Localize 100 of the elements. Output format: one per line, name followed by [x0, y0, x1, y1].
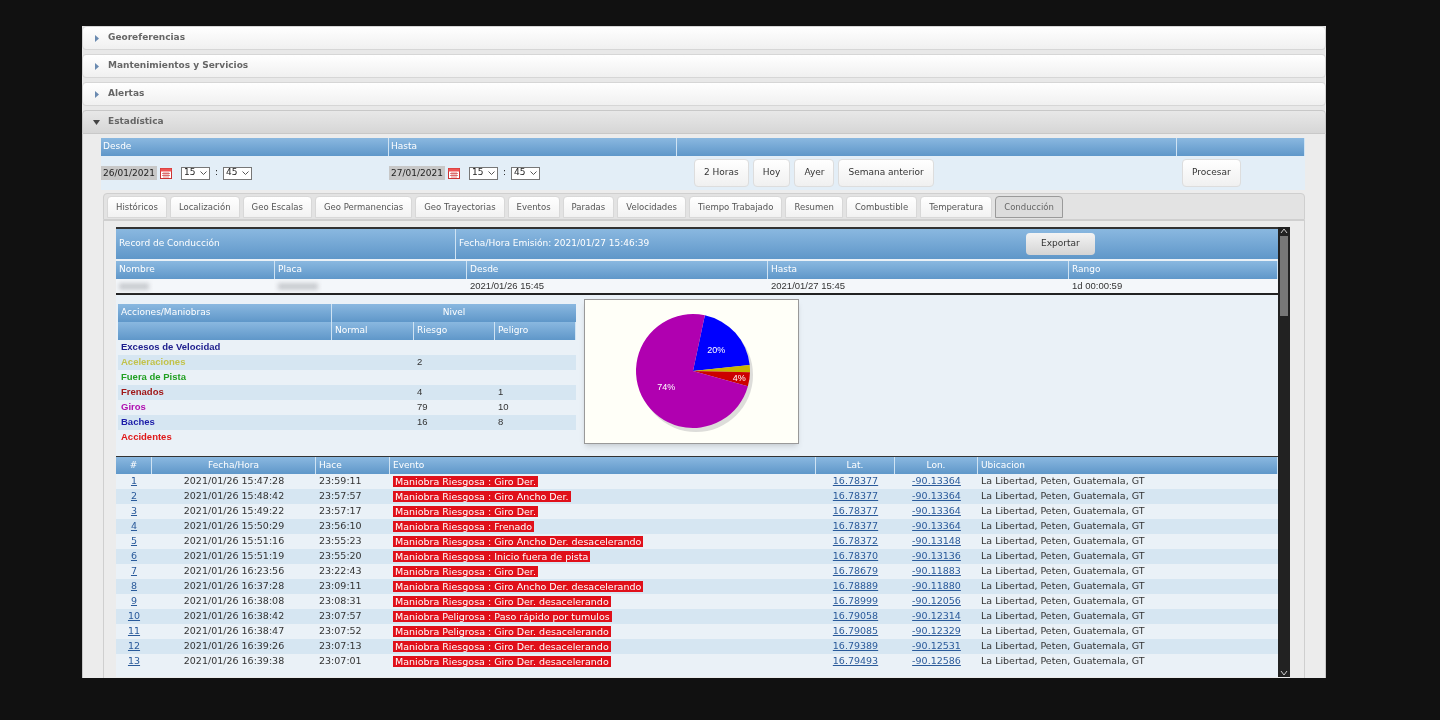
scroll-up-icon[interactable]: [1280, 227, 1288, 235]
dropdown[interactable]: 15: [469, 166, 498, 180]
row-link[interactable]: 12: [127, 639, 141, 654]
table-cell: La Libertad, Peten, Guatemala, GT: [981, 474, 1145, 489]
event-tag: Maniobra Peligrosa : Giro Der. desacelerando: [393, 626, 611, 637]
tab[interactable]: Geo Trayectorias: [415, 196, 505, 218]
longitude-link[interactable]: -90.13364: [912, 504, 961, 519]
accordion-header[interactable]: Alertas: [82, 82, 1326, 106]
latitude-link[interactable]: 16.78370: [832, 549, 879, 564]
tab[interactable]: Conducción: [995, 196, 1063, 218]
accordion-header[interactable]: Georeferencias: [82, 26, 1326, 50]
scrollbar[interactable]: [1278, 227, 1290, 677]
longitude-link[interactable]: -90.11880: [912, 579, 961, 594]
table-cell-text: 2021/01/26 15:45: [469, 278, 545, 293]
latitude-link[interactable]: 16.79389: [832, 639, 879, 654]
table-cell: 23:55:23: [319, 534, 362, 549]
event-tag: Maniobra Riesgosa : Giro Der.: [393, 566, 538, 577]
range-button[interactable]: 2 Horas: [694, 159, 749, 187]
maneuver-label: Fuera de Pista: [121, 371, 186, 383]
table-cell: 2: [417, 356, 423, 368]
tab[interactable]: Geo Escalas: [242, 196, 312, 218]
table-cell: 2021/01/26 16:38:47: [183, 624, 285, 639]
table-cell: 2021/01/26 16:37:28: [183, 579, 285, 594]
longitude-link[interactable]: -90.12329: [912, 624, 961, 639]
row-link[interactable]: 10: [127, 609, 141, 624]
table-cell: 2021/01/26 16:39:26: [183, 639, 285, 654]
calendar-icon[interactable]: [160, 167, 172, 179]
row-link[interactable]: 11: [127, 624, 141, 639]
latitude-link[interactable]: 16.78889: [832, 579, 879, 594]
event-tag: Maniobra Riesgosa : Giro Ancho Der. desacelerando: [393, 581, 644, 592]
event-tag: Maniobra Riesgosa : Giro Der. desacelerando: [393, 596, 611, 607]
latitude-link[interactable]: 16.78999: [832, 594, 879, 609]
longitude-link[interactable]: -90.13136: [912, 549, 961, 564]
row-link[interactable]: 5: [130, 534, 137, 549]
latitude-link[interactable]: 16.78679: [832, 564, 879, 579]
event-tag: Maniobra Peligrosa : Paso rápido por tumulos: [393, 611, 612, 622]
scroll-down-icon[interactable]: [1280, 669, 1288, 677]
tab[interactable]: Resumen: [785, 196, 843, 218]
latitude-link[interactable]: 16.78377: [832, 519, 879, 534]
row-link[interactable]: 13: [127, 654, 141, 669]
tab[interactable]: Velocidades: [617, 196, 686, 218]
latitude-link[interactable]: 16.79085: [832, 624, 879, 639]
dropdown[interactable]: 45: [223, 166, 253, 180]
event-tag: Maniobra Riesgosa : Inicio fuera de pista: [393, 551, 591, 562]
row-link[interactable]: 2: [130, 489, 137, 504]
longitude-link[interactable]: -90.12586: [912, 654, 961, 669]
latitude-link[interactable]: 16.79058: [832, 609, 879, 624]
maneuver-label: Baches: [121, 416, 155, 428]
range-button[interactable]: Semana anterior: [838, 159, 934, 187]
row-link[interactable]: 6: [130, 549, 137, 564]
row-link[interactable]: 4: [130, 519, 137, 534]
table-cell: 2021/01/26 15:50:29: [183, 519, 285, 534]
longitude-link[interactable]: -90.13364: [912, 519, 961, 534]
accordion-header[interactable]: Estadística: [82, 110, 1326, 134]
table-cell: 23:07:13: [319, 639, 362, 654]
row-link[interactable]: 8: [130, 579, 137, 594]
tab[interactable]: Temperatura: [920, 196, 993, 218]
range-button[interactable]: Ayer: [794, 159, 835, 187]
issue-date: Fecha/Hora Emisión: 2021/01/27 15:46:39: [458, 237, 651, 251]
tab[interactable]: Localización: [169, 196, 240, 218]
longitude-link[interactable]: -90.13364: [912, 474, 961, 489]
accordion-header[interactable]: Mantenimientos y Servicios: [82, 54, 1326, 78]
export-button[interactable]: Exportar: [1026, 233, 1095, 255]
process-button[interactable]: Procesar: [1182, 159, 1241, 187]
dropdown[interactable]: 45: [511, 166, 541, 180]
table-cell: La Libertad, Peten, Guatemala, GT: [981, 534, 1145, 549]
tab[interactable]: Combustible: [845, 196, 918, 218]
latitude-link[interactable]: 16.79493: [832, 654, 879, 669]
longitude-link[interactable]: -90.11883: [912, 564, 961, 579]
row-link[interactable]: 1: [130, 474, 137, 489]
tab[interactable]: Eventos: [507, 196, 560, 218]
longitude-link[interactable]: -90.12314: [912, 609, 961, 624]
longitude-link[interactable]: -90.13148: [912, 534, 961, 549]
dropdown[interactable]: 15: [181, 166, 210, 180]
longitude-link[interactable]: -90.12531: [912, 639, 961, 654]
row-link[interactable]: 9: [130, 594, 137, 609]
tab[interactable]: Históricos: [107, 196, 167, 218]
time-separator: :: [502, 166, 508, 180]
latitude-link[interactable]: 16.78377: [832, 504, 879, 519]
longitude-link[interactable]: -90.13364: [912, 489, 961, 504]
row-link[interactable]: 7: [130, 564, 137, 579]
latitude-link[interactable]: 16.78372: [832, 534, 879, 549]
table-cell: La Libertad, Peten, Guatemala, GT: [981, 624, 1145, 639]
tab[interactable]: Paradas: [562, 196, 615, 218]
latitude-link[interactable]: 16.78377: [832, 489, 879, 504]
range-button[interactable]: Hoy: [752, 159, 791, 187]
latitude-link[interactable]: 16.78377: [832, 474, 879, 489]
tab[interactable]: Geo Permanencias: [314, 196, 413, 218]
tab[interactable]: Tiempo Trabajado: [688, 196, 783, 218]
table-cell: La Libertad, Peten, Guatemala, GT: [981, 489, 1145, 504]
date-field[interactable]: 26/01/2021: [101, 166, 157, 180]
slice-label: 4%: [732, 372, 746, 383]
table-cell: 79: [417, 401, 428, 413]
date-field[interactable]: 27/01/2021: [389, 166, 445, 180]
calendar-icon[interactable]: [448, 167, 460, 179]
longitude-link[interactable]: -90.12056: [912, 594, 961, 609]
table-cell: 23:57:17: [319, 504, 362, 519]
maneuver-label: Excesos de Velocidad: [121, 341, 221, 353]
scroll-thumb[interactable]: [1280, 236, 1288, 316]
row-link[interactable]: 3: [130, 504, 137, 519]
